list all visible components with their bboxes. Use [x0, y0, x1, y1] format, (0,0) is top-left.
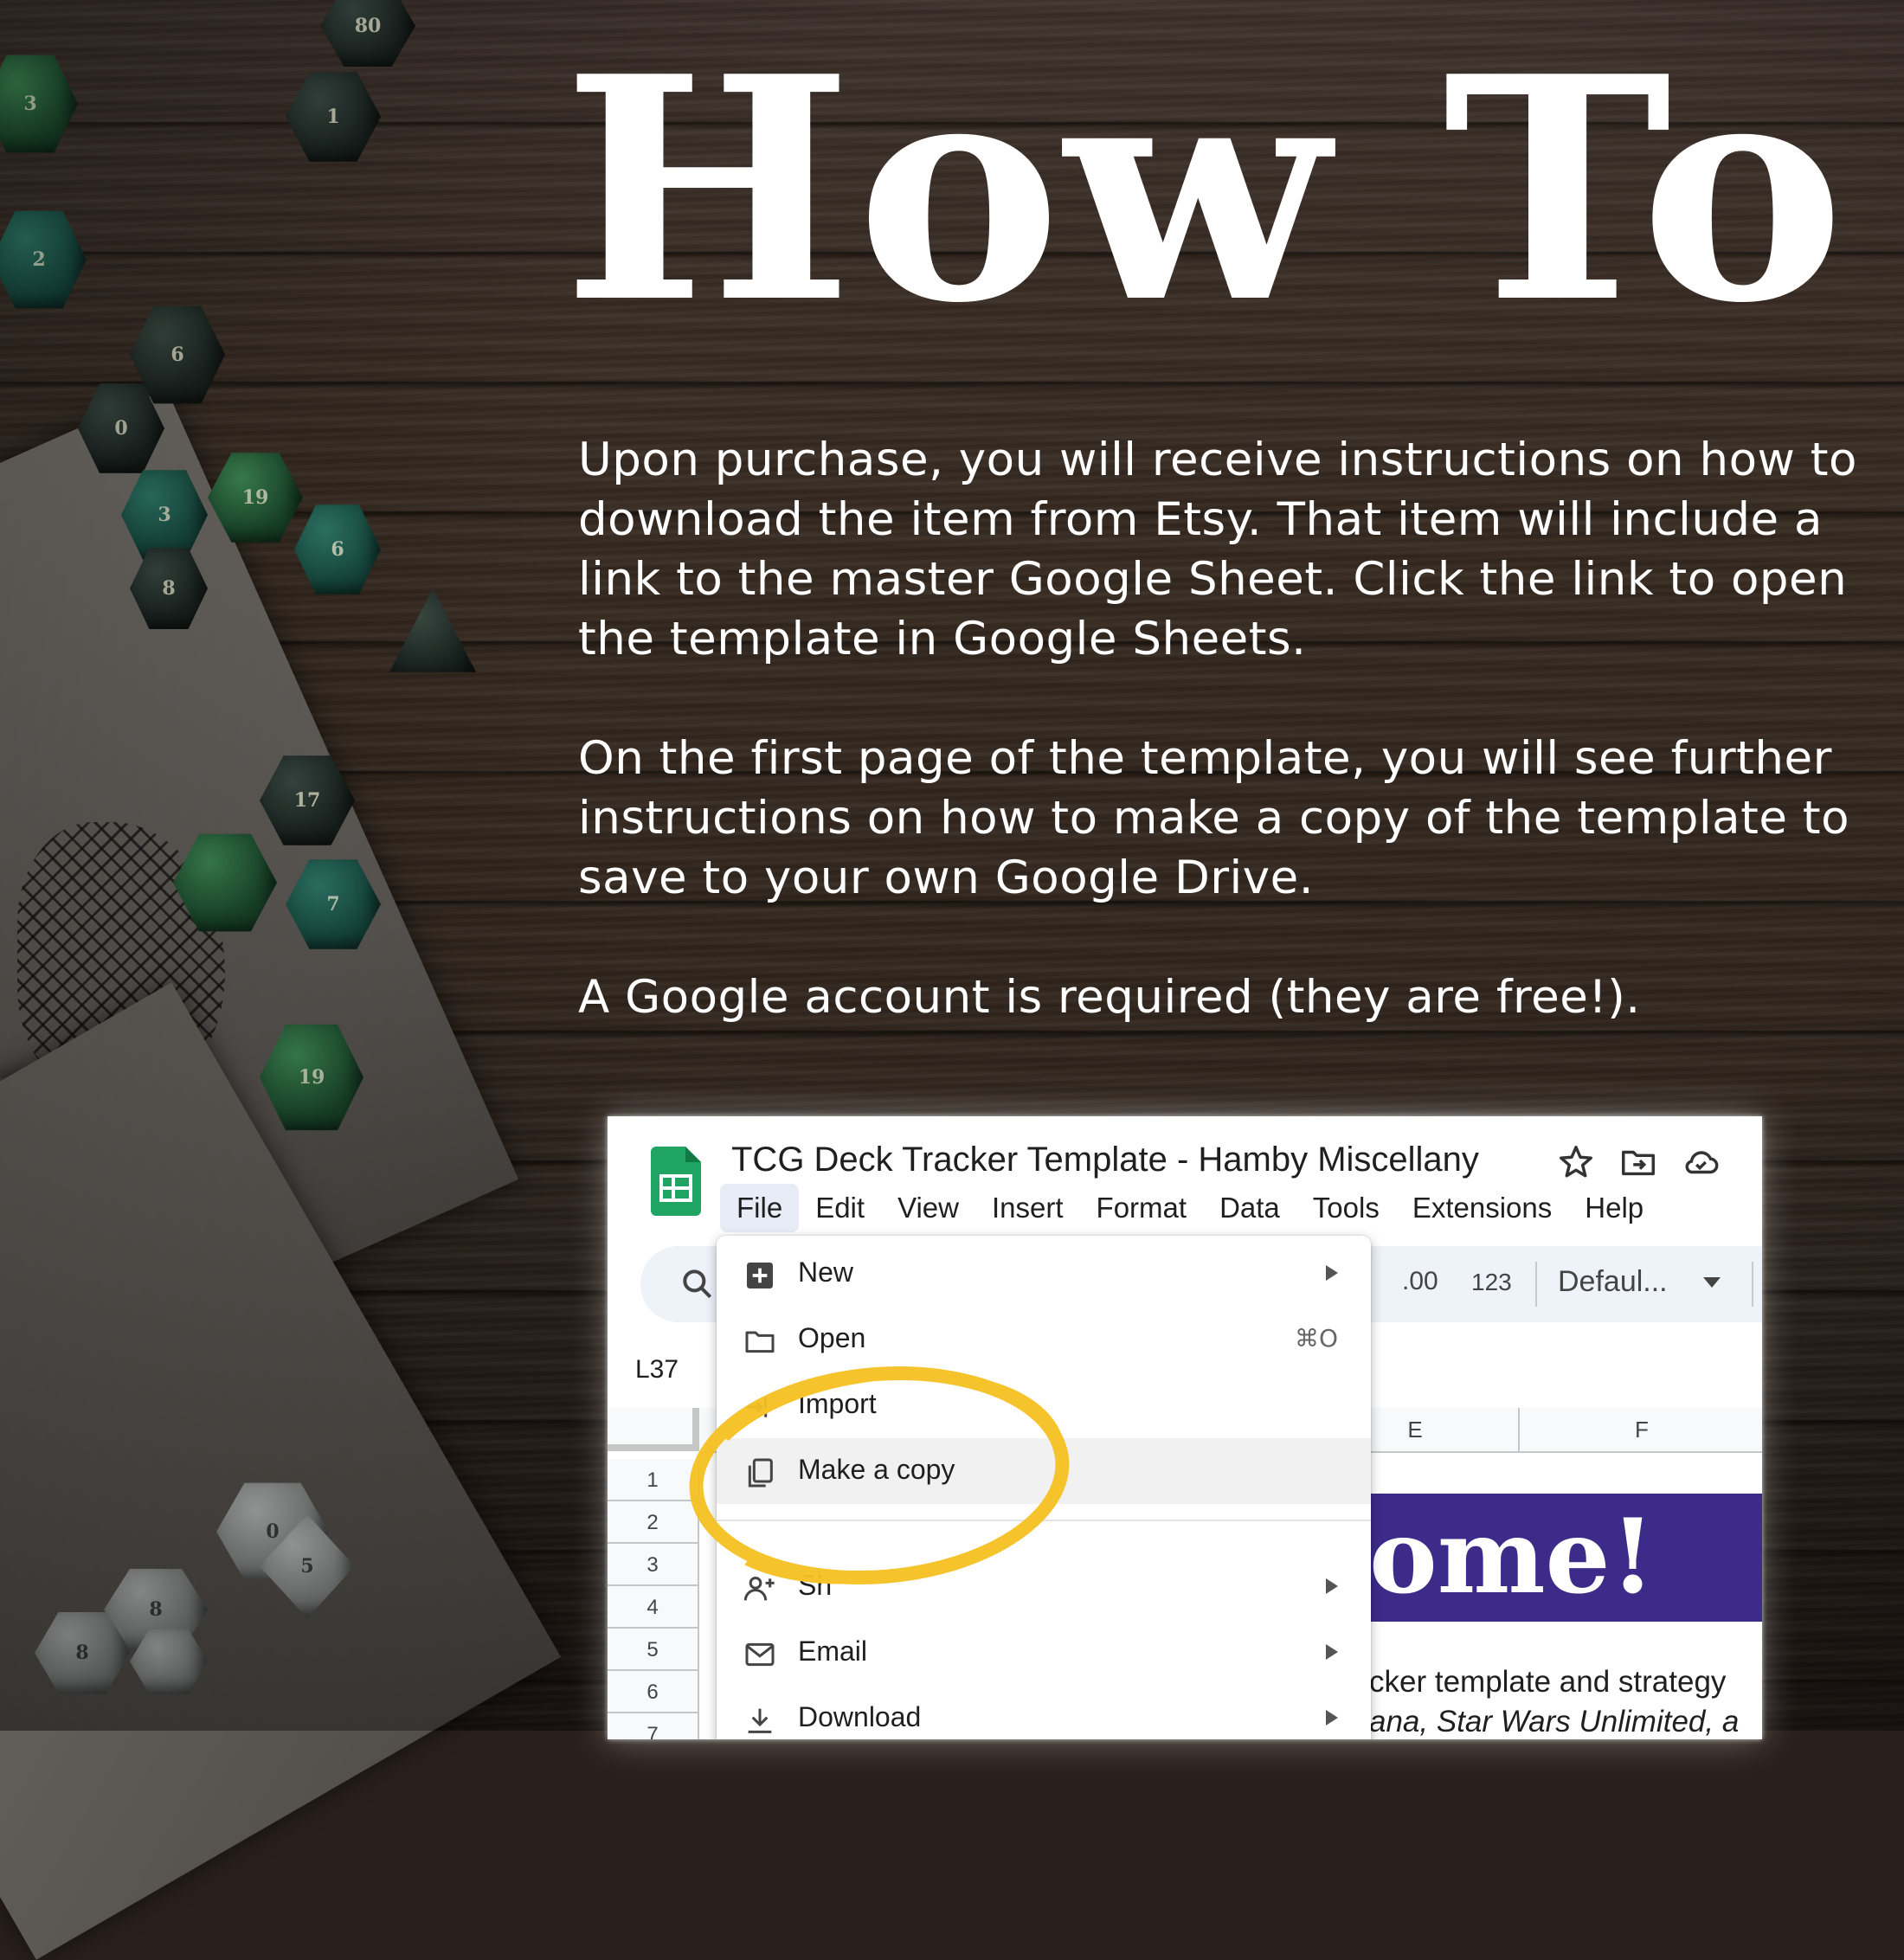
move-to-folder-icon[interactable]	[1618, 1142, 1658, 1182]
cloud-status-icon[interactable]	[1681, 1142, 1721, 1182]
sheet-description: ana, Star Wars Unlimited, a	[1369, 1705, 1740, 1738]
menu-help[interactable]: Help	[1568, 1184, 1660, 1232]
search-icon[interactable]	[679, 1265, 717, 1303]
file-menu-item-download[interactable]: Download	[717, 1686, 1371, 1739]
row-header[interactable]: 7	[608, 1713, 699, 1739]
google-sheets-logo-icon	[651, 1147, 701, 1216]
increase-decimal-button[interactable]: .00	[1402, 1267, 1438, 1296]
chevron-down-icon[interactable]	[1703, 1277, 1721, 1288]
menu-insert[interactable]: Insert	[975, 1184, 1080, 1232]
sheet-description: cker template and strategy	[1369, 1665, 1727, 1699]
keyboard-shortcut: ⌘O	[1294, 1324, 1338, 1353]
download-icon	[748, 1708, 772, 1733]
folder-icon	[745, 1331, 775, 1353]
instruction-paragraph: Upon purchase, you will receive instruct…	[578, 434, 1857, 665]
file-menu-item-open[interactable]: Open ⌘O	[717, 1307, 1371, 1372]
menu-bar: File Edit View Insert Format Data Tools …	[720, 1184, 1660, 1232]
menu-file[interactable]: File	[720, 1184, 800, 1232]
share-icon	[743, 1577, 775, 1601]
row-header[interactable]: 3	[608, 1544, 699, 1586]
row-header[interactable]: 5	[608, 1629, 699, 1671]
welcome-banner: ome!	[1369, 1494, 1762, 1622]
instruction-paragraph: A Google account is required (they are f…	[578, 971, 1641, 1024]
page-title: How To	[563, 10, 1849, 370]
menu-extensions[interactable]: Extensions	[1396, 1184, 1568, 1232]
menu-item-label: Open	[798, 1322, 866, 1353]
menu-item-label: Email	[798, 1635, 868, 1667]
new-sheet-icon	[747, 1263, 773, 1288]
submenu-arrow-icon	[1326, 1578, 1338, 1594]
toolbar-divider	[1752, 1262, 1753, 1307]
font-select[interactable]: Defaul...	[1558, 1265, 1668, 1299]
submenu-arrow-icon	[1326, 1265, 1338, 1281]
number-format-button[interactable]: 123	[1471, 1269, 1512, 1296]
file-menu-item-email[interactable]: Email	[717, 1620, 1371, 1686]
menu-item-label: New	[798, 1256, 854, 1288]
menu-format[interactable]: Format	[1080, 1184, 1204, 1232]
menu-item-label: Download	[798, 1701, 922, 1732]
file-menu-item-new[interactable]: New	[717, 1241, 1371, 1307]
menu-data[interactable]: Data	[1203, 1184, 1296, 1232]
name-box[interactable]: L37	[635, 1355, 679, 1385]
row-header[interactable]: 4	[608, 1586, 699, 1629]
toolbar-divider	[1535, 1262, 1537, 1307]
row-header[interactable]: 1	[608, 1459, 699, 1501]
menu-edit[interactable]: Edit	[799, 1184, 881, 1232]
welcome-text: ome!	[1369, 1496, 1656, 1616]
email-icon	[745, 1642, 775, 1667]
instructions: Upon purchase, you will receive instruct…	[578, 430, 1885, 1087]
menu-view[interactable]: View	[881, 1184, 975, 1232]
star-icon[interactable]	[1556, 1142, 1596, 1182]
menu-tools[interactable]: Tools	[1296, 1184, 1396, 1232]
row-header[interactable]: 2	[608, 1501, 699, 1544]
submenu-arrow-icon	[1326, 1710, 1338, 1725]
column-header-f[interactable]: F	[1518, 1408, 1762, 1451]
grid-corner[interactable]	[608, 1408, 699, 1451]
row-header[interactable]: 6	[608, 1671, 699, 1713]
submenu-arrow-icon	[1326, 1644, 1338, 1660]
instruction-paragraph: On the first page of the template, you w…	[578, 732, 1850, 904]
document-title[interactable]: TCG Deck Tracker Template - Hamby Miscel…	[731, 1141, 1479, 1179]
